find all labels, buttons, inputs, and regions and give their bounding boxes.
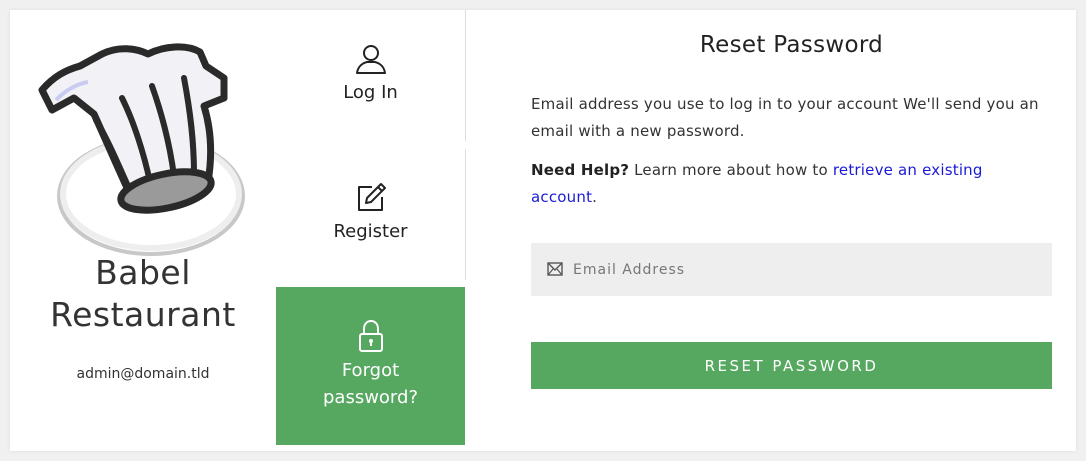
admin-email: admin@domain.tld [76,366,210,382]
auth-nav: Log In Register Forgot password? [276,10,465,451]
user-icon [355,45,386,74]
brand-name-line2: Restaurant [50,295,236,334]
page-title: Reset Password [699,32,884,58]
brand-panel: Babel Restaurant admin@domain.tld [10,10,276,451]
nav-forgot-label-line1: Forgot [341,360,400,381]
divider [465,10,466,141]
reset-description: Email address you use to log in to your … [531,95,1039,140]
auth-card: Babel Restaurant admin@domain.tld Log In… [10,10,1076,451]
email-input[interactable] [573,243,1043,296]
brand-name: Babel Restaurant [10,252,276,336]
edit-icon [357,183,386,211]
brand-name-line1: Babel [95,253,191,292]
nav-forgot-label-line2: password? [322,387,418,408]
email-field [531,243,1052,296]
envelope-icon [547,262,563,276]
reset-password-panel: Reset Password Email address you use to … [531,10,1052,451]
reset-password-button[interactable]: RESET PASSWORD [531,342,1052,389]
chef-hat-icon [38,43,245,256]
lock-icon [358,319,383,352]
help-label: Need Help? [531,161,630,179]
help-body: Learn more about how to [629,161,833,179]
nav-forgot-password[interactable]: Forgot password? [276,287,465,445]
nav-register-label: Register [333,221,408,242]
nav-login[interactable]: Log In [276,10,465,148]
nav-register[interactable]: Register [276,148,465,287]
help-text: Need Help? Learn more about how to retri… [531,157,1052,211]
divider [465,149,466,280]
nav-login-label: Log In [343,82,398,103]
help-end: . [592,188,598,206]
